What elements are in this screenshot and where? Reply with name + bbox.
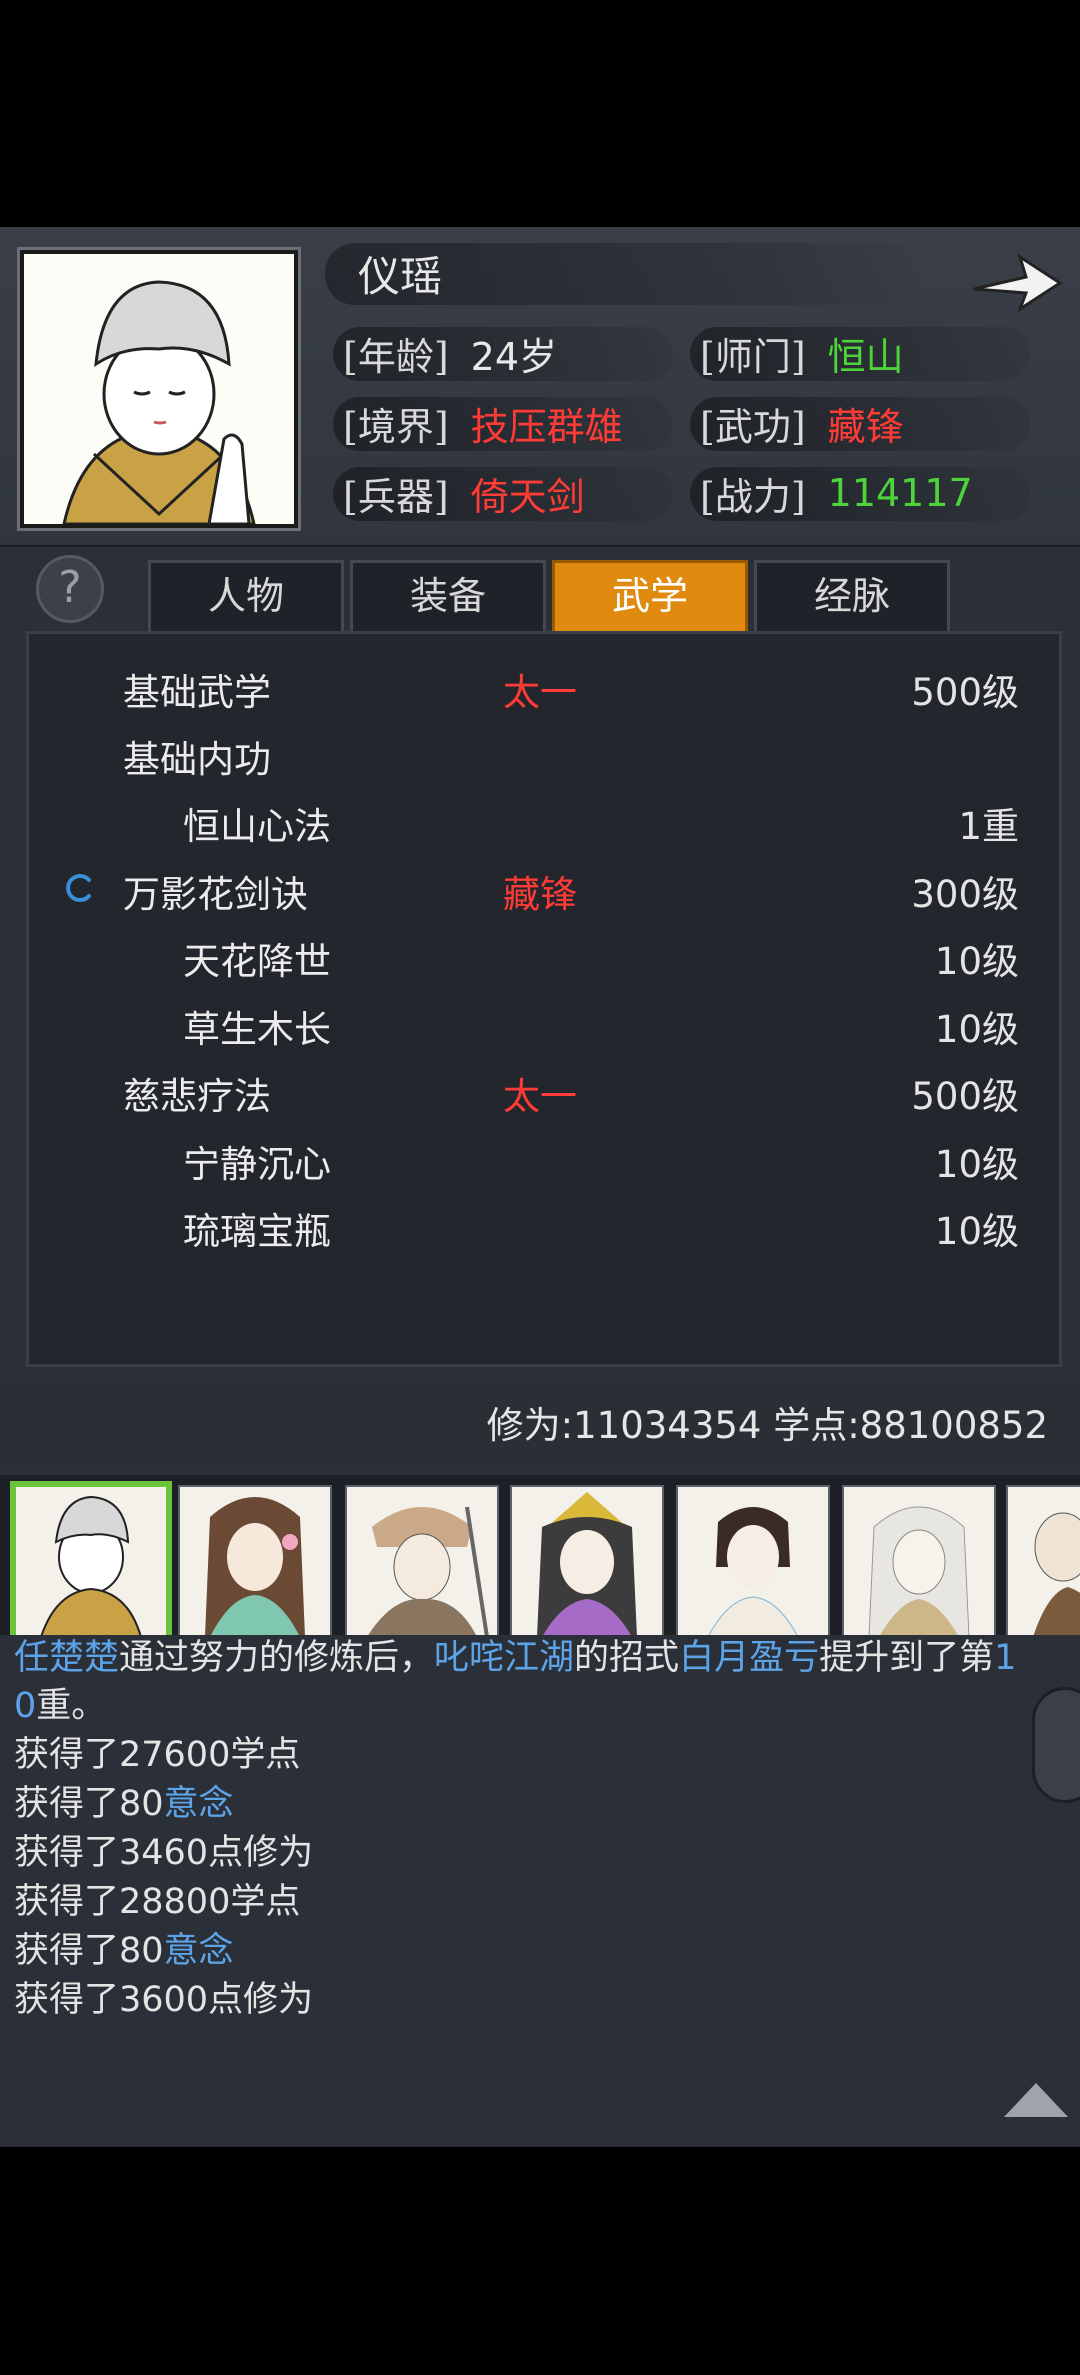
skill-row[interactable]: 慈悲疗法 太一 500级 [29,1056,1059,1122]
character-name: 仪瑶 [358,252,443,301]
realm-value: 技压群雄 [470,404,623,449]
skill-row[interactable]: 万影花剑诀 藏锋 300级 [29,854,1059,920]
skill-row[interactable]: 基础内功 [29,719,1059,785]
character-portrait [20,250,298,528]
help-button[interactable]: ? [36,555,104,623]
tab-character[interactable]: 人物 [148,560,344,634]
skill-row[interactable]: 草生木长 10级 [29,989,1059,1055]
next-arrow-icon[interactable] [968,247,1064,317]
age-row: [年龄] 24岁 [333,323,673,383]
log-line: 获得了28800学点 [14,1882,301,1922]
log-line: 获得了3600点修为 [14,1980,314,2020]
tab-martial-arts[interactable]: 武学 [552,560,748,634]
realm-row: [境界] 技压群雄 [333,393,673,453]
skill-level: 10级 [934,1143,1019,1186]
martial-label: [武功] [700,404,806,449]
skill-level: 10级 [934,940,1019,983]
skill-name: 万影花剑诀 [123,873,308,916]
skill-row[interactable]: 天花降世 10级 [29,921,1059,987]
skill-row[interactable]: 琉璃宝瓶 10级 [29,1191,1059,1257]
skill-level: 10级 [934,1210,1019,1253]
skill-rank: 太一 [503,671,577,714]
character-avatar[interactable] [510,1485,664,1635]
log-line: 获得了80意念 [14,1784,234,1824]
sect-value: 恒山 [827,334,904,379]
message-log: 任楚楚通过努力的修炼后，叱咤江湖的招式白月盈亏提升到了第1 0重。 获得了276… [0,1635,1080,2147]
skill-rank: 太一 [503,1075,577,1118]
active-skill-icon [66,874,91,902]
sect-label: [师门] [700,334,806,379]
tab-bar: 人物 装备 武学 经脉 [148,560,956,634]
realm-label: [境界] [343,404,449,449]
skill-name: 基础内功 [123,738,271,781]
log-line: 获得了3460点修为 [14,1833,314,1873]
weapon-row: [兵器] 倚天剑 [333,463,673,523]
skill-name: 慈悲疗法 [123,1075,271,1118]
skill-name: 天花降世 [183,940,331,983]
character-header: 仪瑶 [年龄] 24岁 [师门] 恒山 [境界] 技压群雄 [武功] 藏锋 [兵… [0,227,1080,547]
skill-name: 恒山心法 [183,805,331,848]
character-strip [0,1475,1080,1635]
skill-row[interactable]: 恒山心法 1重 [29,786,1059,852]
skill-level: 500级 [911,671,1019,714]
skill-name: 宁静沉心 [183,1143,331,1186]
log-line: 任楚楚通过努力的修炼后，叱咤江湖的招式白月盈亏提升到了第1 [14,1638,1017,1678]
character-avatar-selected[interactable] [10,1481,172,1635]
power-row: [战力] 114117 [690,463,1030,523]
skill-rank: 藏锋 [503,873,577,916]
skill-level: 1重 [958,805,1019,848]
age-label: [年龄] [343,334,449,379]
weapon-label: [兵器] [343,474,449,519]
skill-list: 基础武学 太一 500级 基础内功 恒山心法 1重 万影花剑诀 藏锋 300级 … [26,631,1062,1367]
cultivation-points: 修为:11034354 学点:88100852 [486,1404,1048,1447]
tab-equipment[interactable]: 装备 [350,560,546,634]
sect-row: [师门] 恒山 [690,323,1030,383]
skill-level: 500级 [911,1075,1019,1118]
collapse-triangle-icon[interactable] [1004,2083,1068,2117]
character-avatar[interactable] [345,1485,499,1635]
character-avatar[interactable] [1006,1485,1080,1635]
character-avatar[interactable] [178,1485,332,1635]
skill-name: 草生木长 [183,1008,331,1051]
log-line: 获得了80意念 [14,1931,234,1971]
skill-name: 琉璃宝瓶 [183,1210,331,1253]
side-menu-button[interactable] [1032,1687,1080,1803]
skill-level: 300级 [911,873,1019,916]
skill-level: 10级 [934,1008,1019,1051]
weapon-value: 倚天剑 [470,474,585,519]
martial-row: [武功] 藏锋 [690,393,1030,453]
skill-row[interactable]: 基础武学 太一 500级 [29,652,1059,718]
age-value: 24岁 [470,334,558,379]
martial-value: 藏锋 [827,404,904,449]
power-label: [战力] [700,474,806,519]
log-line: 获得了27600学点 [14,1735,301,1775]
skill-row[interactable]: 宁静沉心 10级 [29,1124,1059,1190]
character-avatar[interactable] [842,1485,996,1635]
character-avatar[interactable] [676,1485,830,1635]
skill-name: 基础武学 [123,671,271,714]
power-value: 114117 [827,471,973,515]
log-line: 0重。 [14,1686,107,1726]
game-screen: 仪瑶 [年龄] 24岁 [师门] 恒山 [境界] 技压群雄 [武功] 藏锋 [兵… [0,227,1080,2147]
tab-meridians[interactable]: 经脉 [754,560,950,634]
